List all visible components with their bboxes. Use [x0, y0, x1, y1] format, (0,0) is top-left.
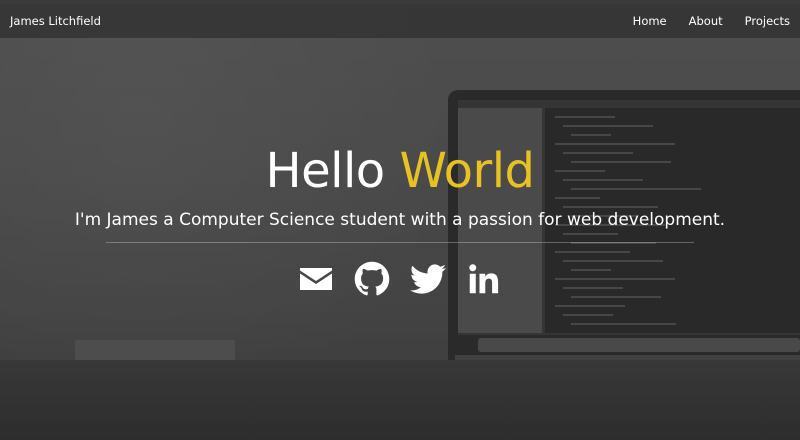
linkedin-link[interactable]: [466, 261, 502, 297]
social-links: [0, 261, 800, 297]
envelope-icon: [300, 268, 332, 290]
hero-divider: [106, 242, 694, 243]
github-link[interactable]: [354, 261, 390, 297]
twitter-icon: [410, 264, 446, 294]
hero-title-hello: Hello: [265, 143, 386, 199]
email-link[interactable]: [298, 261, 334, 297]
nav-projects-link[interactable]: Projects: [745, 14, 790, 28]
twitter-link[interactable]: [410, 261, 446, 297]
hero-section: Hello World I'm James a Computer Science…: [0, 140, 800, 297]
hero-title: Hello World: [0, 140, 800, 202]
nav-home-link[interactable]: Home: [633, 14, 667, 28]
navbar: James Litchfield Home About Projects: [0, 0, 800, 38]
github-icon: [354, 261, 390, 296]
linkedin-icon: [469, 264, 499, 294]
nav-about-link[interactable]: About: [689, 14, 723, 28]
hero-title-world: World: [399, 143, 535, 199]
hero-tagline: I'm James a Computer Science student wit…: [74, 210, 726, 230]
nav-links: Home About Projects: [633, 14, 790, 28]
brand-link[interactable]: James Litchfield: [10, 14, 101, 28]
